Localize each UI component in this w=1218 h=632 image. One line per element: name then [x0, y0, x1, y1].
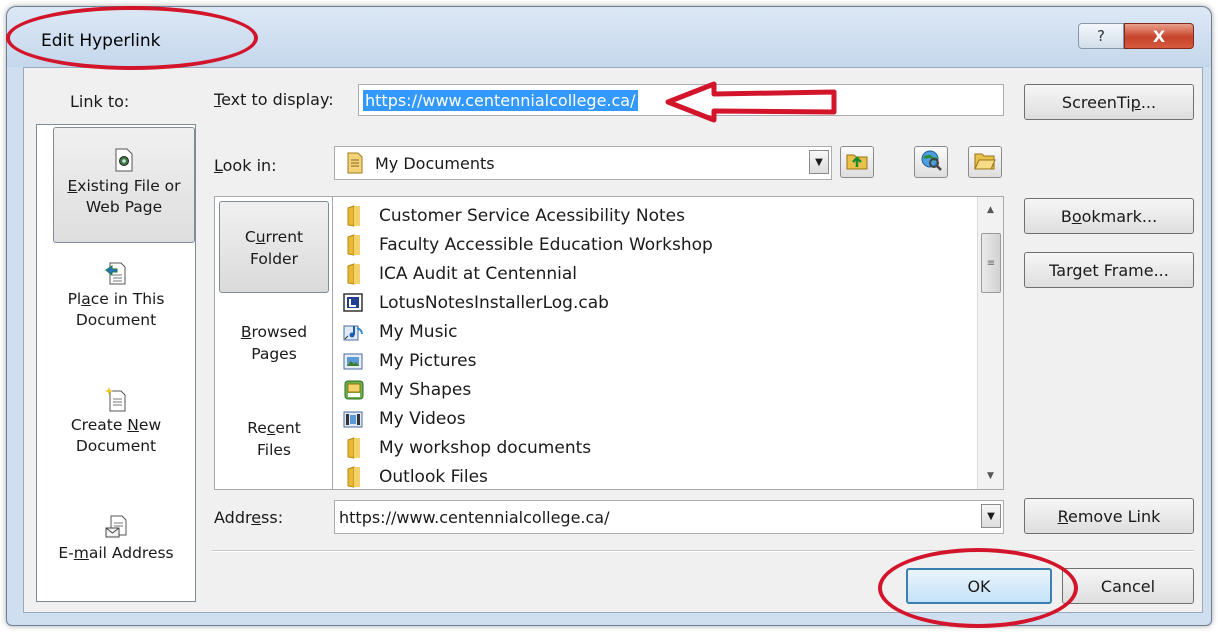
- link-to-label: Link to:: [70, 92, 130, 111]
- text-to-display-value: https://www.centennialcollege.ca/: [363, 89, 638, 111]
- help-icon: ?: [1097, 27, 1105, 45]
- folder-icon: [341, 262, 367, 285]
- file-list[interactable]: Customer Service Acessibility Notes Facu…: [332, 196, 1004, 490]
- tab-recent-files-label: Recent Files: [247, 419, 301, 459]
- cancel-button[interactable]: Cancel: [1062, 568, 1194, 604]
- link-to-place-in-document-label: Place in This Document: [67, 290, 165, 329]
- look-in-select[interactable]: My Documents ▼: [334, 146, 832, 180]
- scrollbar-thumb[interactable]: ≡: [981, 233, 1001, 293]
- bookmark-button-label: Bookmark...: [1060, 206, 1158, 226]
- shapes-folder-icon: [341, 379, 367, 401]
- remove-link-button-label: Remove Link: [1057, 506, 1161, 526]
- separator: [212, 550, 1194, 552]
- address-value: https://www.centennialcollege.ca/: [339, 507, 610, 527]
- list-item[interactable]: Faculty Accessible Education Workshop: [333, 230, 1003, 259]
- help-button[interactable]: ?: [1078, 23, 1124, 49]
- chevron-down-icon[interactable]: ▼: [809, 150, 829, 174]
- title-bar: Edit Hyperlink ? X: [7, 7, 1211, 67]
- ok-button[interactable]: OK: [906, 568, 1052, 604]
- look-in-label: Look in:: [214, 156, 277, 175]
- my-documents-icon: [345, 152, 365, 174]
- up-folder-icon: [846, 150, 868, 174]
- list-item[interactable]: Outlook Files: [333, 462, 1003, 489]
- new-document-icon: [103, 385, 129, 413]
- look-in-value: My Documents: [375, 153, 495, 173]
- cab-file-icon: [341, 292, 367, 314]
- folder-icon: [341, 233, 367, 256]
- list-item[interactable]: My Shapes: [333, 375, 1003, 404]
- list-item[interactable]: My Videos: [333, 404, 1003, 433]
- close-icon: X: [1152, 26, 1166, 46]
- pictures-shortcut-icon: [341, 350, 367, 372]
- tab-recent-files[interactable]: Recent Files: [219, 417, 329, 461]
- list-item-label: LotusNotesInstallerLog.cab: [379, 292, 609, 313]
- browse-file-icon: [974, 150, 996, 174]
- existing-file-icon: [111, 146, 137, 174]
- bookmark-button[interactable]: Bookmark...: [1024, 198, 1194, 234]
- tab-current-folder-label: Current Folder: [244, 228, 304, 268]
- list-item-label: My Videos: [379, 408, 466, 429]
- link-to-place-in-document[interactable]: Place in This Document: [37, 255, 195, 331]
- file-list-scrollbar[interactable]: ▲ ≡ ▼: [977, 197, 1003, 489]
- folder-icon: [341, 465, 367, 488]
- target-frame-button-label: Target Frame...: [1049, 260, 1169, 280]
- browse-web-icon: [920, 149, 942, 175]
- address-label: Address:: [214, 508, 284, 527]
- link-to-panel: Existing File or Web Page Place in This Do…: [36, 124, 196, 602]
- list-item-label: Faculty Accessible Education Workshop: [379, 234, 713, 255]
- arrow-annotation-icon: [665, 81, 837, 123]
- link-to-email-address-label: E-mail Address: [58, 544, 174, 562]
- scroll-up-icon[interactable]: ▲: [978, 199, 1003, 221]
- list-item[interactable]: LotusNotesInstallerLog.cab: [333, 288, 1003, 317]
- ok-button-label: OK: [967, 576, 991, 596]
- link-to-create-new-document[interactable]: Create New Document: [37, 381, 195, 457]
- list-item-label: My Music: [379, 321, 458, 342]
- address-input[interactable]: https://www.centennialcollege.ca/ ▼: [334, 500, 1004, 534]
- close-button[interactable]: X: [1124, 23, 1194, 49]
- list-item[interactable]: My Music: [333, 317, 1003, 346]
- list-item-label: My Shapes: [379, 379, 472, 400]
- videos-shortcut-icon: [341, 408, 367, 430]
- list-item-label: My Pictures: [379, 350, 477, 371]
- cancel-button-label: Cancel: [1100, 576, 1156, 596]
- screentip-button[interactable]: ScreenTip...: [1024, 84, 1194, 120]
- list-item-label: ICA Audit at Centennial: [379, 263, 578, 284]
- link-to-email-address[interactable]: E-mail Address: [37, 509, 195, 564]
- tab-browsed-pages[interactable]: Browsed Pages: [219, 321, 329, 365]
- tab-current-folder[interactable]: Current Folder: [219, 201, 329, 293]
- music-shortcut-icon: [341, 321, 367, 343]
- list-item[interactable]: Customer Service Acessibility Notes: [333, 201, 1003, 230]
- list-item-label: My workshop documents: [379, 437, 592, 458]
- list-item-label: Customer Service Acessibility Notes: [379, 205, 685, 226]
- email-icon: [103, 513, 129, 541]
- place-in-document-icon: [103, 259, 129, 287]
- scroll-down-icon[interactable]: ▼: [978, 465, 1003, 487]
- link-to-create-new-document-label: Create New Document: [70, 416, 162, 455]
- list-item[interactable]: My workshop documents: [333, 433, 1003, 462]
- remove-link-button[interactable]: Remove Link: [1024, 498, 1194, 534]
- text-to-display-label: Text to display:: [214, 90, 334, 109]
- browse-file-button[interactable]: [968, 146, 1002, 178]
- folder-icon: [341, 436, 367, 459]
- chevron-down-icon[interactable]: ▼: [981, 504, 1001, 528]
- link-to-existing-file[interactable]: Existing File or Web Page: [53, 127, 195, 243]
- browse-web-button[interactable]: [914, 146, 948, 178]
- list-item[interactable]: ICA Audit at Centennial: [333, 259, 1003, 288]
- browse-mode-tabs: Current Folder Browsed Pages Recent Files: [214, 196, 332, 490]
- screentip-button-label: ScreenTip...: [1061, 92, 1157, 112]
- link-to-existing-file-label: Existing File or Web Page: [67, 177, 181, 216]
- list-item[interactable]: My Pictures: [333, 346, 1003, 375]
- dialog-title: Edit Hyperlink: [41, 31, 161, 51]
- target-frame-button[interactable]: Target Frame...: [1024, 252, 1194, 288]
- up-one-folder-button[interactable]: [840, 146, 874, 178]
- folder-icon: [341, 204, 367, 227]
- tab-browsed-pages-label: Browsed Pages: [240, 323, 308, 363]
- list-item-label: Outlook Files: [379, 466, 488, 487]
